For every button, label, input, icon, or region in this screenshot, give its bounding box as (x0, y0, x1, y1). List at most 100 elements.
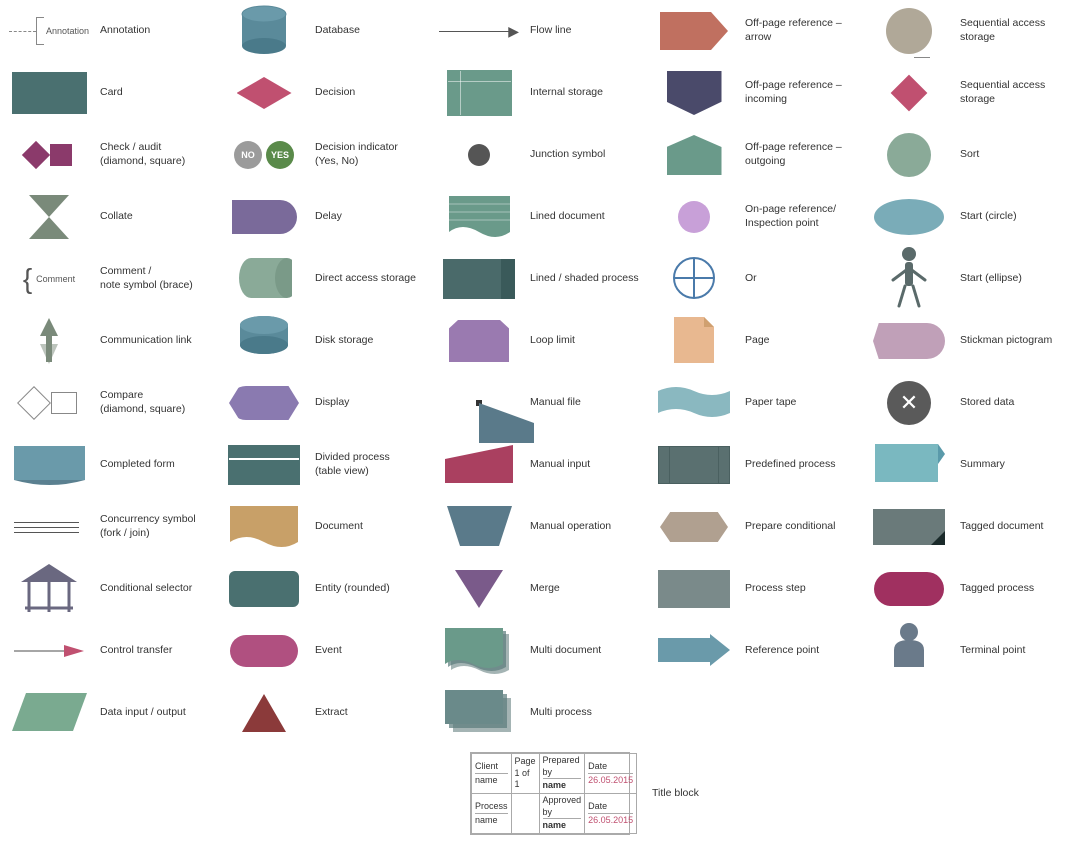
terminal-shape (874, 572, 944, 606)
symbol-tagprocess: Tagged document (860, 496, 1075, 558)
event-shape (230, 635, 298, 667)
stickman-label: Start (ellipse) (954, 272, 1071, 286)
decision-shape (237, 77, 292, 109)
lineddoc-shape (447, 194, 512, 241)
symbol-decindicator: NO YES Decision indicator(Yes, No) (215, 124, 430, 186)
symbol-document: Document (215, 496, 430, 558)
storeddata-label: Stickman pictogram (954, 334, 1071, 348)
controltransfer-shape (14, 637, 84, 665)
symbol-lineddoc: Lined document (430, 186, 645, 248)
symbol-extract: Extract (215, 682, 430, 744)
papertape-label: Paper tape (739, 396, 856, 410)
symbol-multiproc: Multi process (430, 682, 645, 744)
card-shape (12, 72, 87, 114)
entity-label: Entity (rounded) (309, 582, 426, 596)
approvedby-label: Approved by (543, 795, 582, 818)
flowline-shape: ▶ (439, 23, 519, 40)
preparecond-shape (660, 512, 728, 542)
controltransfer-label: Control transfer (94, 644, 211, 658)
preparecond-label: Prepare conditional (739, 520, 856, 534)
entity-shape (229, 571, 299, 607)
titleblock-label: Title block (646, 787, 699, 801)
startcircle-shape (887, 133, 931, 177)
junction-shape (468, 144, 490, 166)
directaccess-shape (237, 256, 292, 303)
summary-label: Stored data (954, 396, 1071, 410)
symbol-database: Database (215, 0, 430, 62)
symbol-decision: Decision (215, 62, 430, 124)
delay-shape (232, 200, 297, 234)
symbol-papertape: Paper tape (645, 372, 860, 434)
client-value: name (475, 773, 508, 787)
datainout-label: Data input / output (94, 706, 211, 720)
or-label: Or (739, 272, 856, 286)
symbol-multidoc: Multi document (430, 620, 645, 682)
symbol-annotation: Annotation Annotation (0, 0, 215, 62)
collate-label: Collate (94, 210, 211, 224)
symbol-terminal: Tagged process (860, 558, 1075, 620)
symbol-looplimit: Loop limit (430, 310, 645, 372)
extract-shape (242, 694, 286, 732)
symbol-controltransfer: Control transfer (0, 620, 215, 682)
card-label: Card (94, 86, 211, 100)
process-label: Process (475, 801, 508, 813)
symbol-diskstorage: Disk storage (215, 310, 430, 372)
lineddoc-label: Lined document (524, 210, 641, 224)
circle-no: NO (234, 141, 262, 169)
symbol-processstep: Process step (645, 558, 860, 620)
offpagearrow-shape (660, 12, 728, 50)
offpagein-shape (667, 71, 722, 115)
offpagearrow-label: Off-page reference –arrow (739, 17, 856, 44)
comment-label: Comment /note symbol (brace) (94, 265, 211, 292)
junction-label: Junction symbol (524, 148, 641, 162)
decindicator-label: Decision indicator(Yes, No) (309, 141, 426, 168)
symbol-delay: Delay (215, 186, 430, 248)
seqaccess-shape (886, 8, 932, 54)
symbol-event: Event (215, 620, 430, 682)
concurrency-shape (14, 522, 84, 533)
check-label: Check / audit(diamond, square) (94, 141, 211, 168)
symbol-storeddata: Stickman pictogram (860, 310, 1075, 372)
intstorage-shape (447, 70, 512, 116)
predefined-shape (658, 446, 730, 484)
symbol-junction: Junction symbol (430, 124, 645, 186)
symbol-offpagearrow: Off-page reference –arrow (645, 0, 860, 62)
tagdoc-label: Summary (954, 458, 1071, 472)
offpagein-label: Off-page reference –incoming (739, 79, 856, 106)
process-value: name (475, 813, 508, 827)
symbol-preparecond: Prepare conditional (645, 496, 860, 558)
symbol-seqaccess: Sequential accessstorage (860, 0, 1075, 62)
symbol-collate: Collate (0, 186, 215, 248)
compare-label: Compare(diamond, square) (94, 389, 211, 416)
offpageout-shape (667, 135, 722, 175)
or-shape (672, 256, 716, 303)
date1-label: Date (588, 761, 633, 773)
symbol-condsel: Conditional selector (0, 558, 215, 620)
intstorage-label: Internal storage (524, 86, 641, 100)
symbol-stickman: Start (ellipse) (860, 248, 1075, 310)
tagdoc-shape (873, 442, 945, 489)
onpageref-label: On-page reference/Inspection point (739, 203, 856, 230)
bottom-section: Client name Page 1 of 1 Prepared by name… (0, 744, 1075, 843)
database-label: Database (309, 24, 426, 38)
directaccess-label: Direct access storage (309, 272, 426, 286)
event-label: Event (309, 644, 426, 658)
looplimit-label: Loop limit (524, 334, 641, 348)
symbol-card: Card (0, 62, 215, 124)
display-label: Display (309, 396, 426, 410)
manualop-shape (447, 506, 512, 549)
comment-shape: { Comment (23, 265, 75, 293)
symbol-predefined: Predefined process (645, 434, 860, 496)
annotation-label: Annotation (94, 24, 211, 38)
symbol-concurrency: Concurrency symbol(fork / join) (0, 496, 215, 558)
document-shape (228, 504, 300, 551)
symbol-startellipse: Start (circle) (860, 186, 1075, 248)
symbol-tagdoc: Summary (860, 434, 1075, 496)
client-label: Client (475, 761, 508, 773)
commlink-shape (30, 316, 68, 367)
sort-label: Sequential access storage (954, 79, 1071, 106)
merge-shape (455, 570, 503, 608)
symbol-entity: Entity (rounded) (215, 558, 430, 620)
page-shape (672, 315, 716, 368)
concurrency-label: Concurrency symbol(fork / join) (94, 513, 211, 540)
